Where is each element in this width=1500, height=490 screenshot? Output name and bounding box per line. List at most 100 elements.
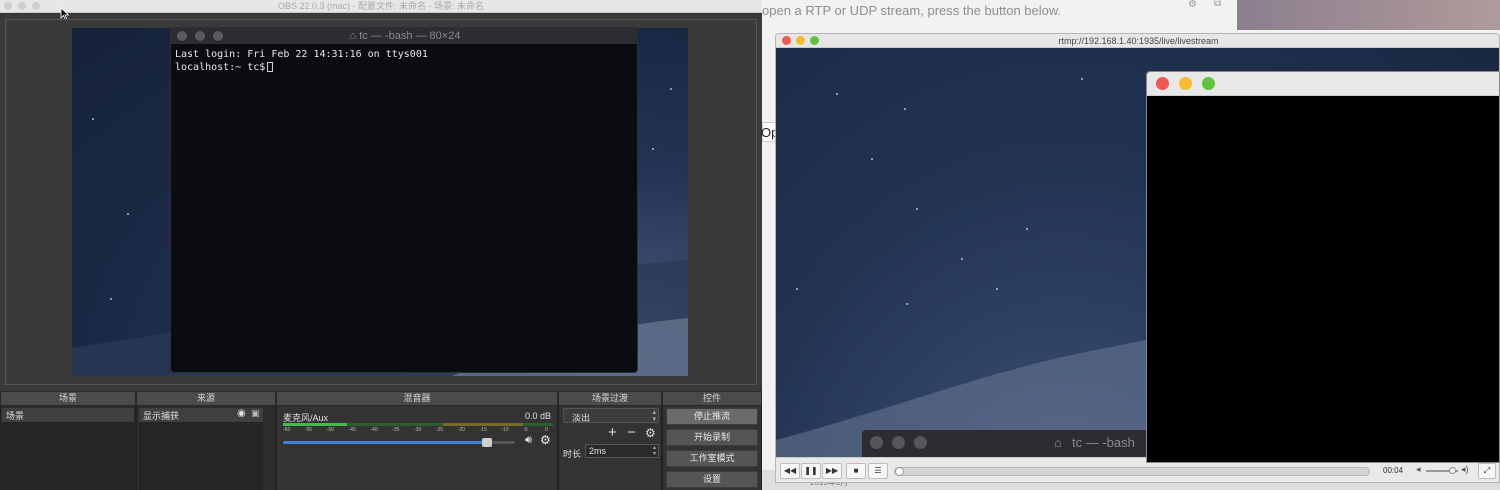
inner-terminal-title: tc — -bash xyxy=(1072,435,1135,450)
star xyxy=(871,158,873,160)
star xyxy=(652,148,654,150)
studio-mode-button[interactable]: 工作室模式 xyxy=(666,450,758,467)
obs-window: OBS 22.0.3 (mac) - 配置文件: 未命名 - 场景: 未命名 ⌂… xyxy=(0,0,762,490)
background-wallpaper-strip xyxy=(1237,0,1500,30)
speaker-icon[interactable]: 🔊︎ xyxy=(525,434,532,447)
scene-item[interactable]: 场景 xyxy=(2,408,134,422)
vlc-window-title: rtmp://192.168.1.40:1935/live/livestream xyxy=(1058,36,1219,46)
meter-tick-label: -60 xyxy=(283,427,291,433)
house-icon: ⌂ xyxy=(349,30,357,42)
sources-empty-area xyxy=(139,422,263,490)
meter-tick-label: -40 xyxy=(370,427,378,433)
start-recording-button[interactable]: 开始录制 xyxy=(666,429,758,446)
chevron-updown-icon: ▴ ▾ xyxy=(652,409,656,423)
close-icon xyxy=(870,436,883,449)
volume-high-icon: ◂) xyxy=(1461,464,1469,474)
meter-tick-label: -45 xyxy=(348,427,356,433)
terminal-line-prompt: localhost:~ tc$ xyxy=(175,61,274,74)
duration-label: 时长 xyxy=(563,449,582,459)
black-video-window[interactable] xyxy=(1146,71,1500,463)
rewind-button[interactable]: ◀◀ xyxy=(780,463,800,479)
meter-tick-label: -5 xyxy=(523,427,528,433)
duration-input[interactable]: 2ms ▴ ▾ xyxy=(585,444,659,458)
star xyxy=(961,258,963,260)
zoom-icon xyxy=(914,436,927,449)
vlc-volume-slider[interactable] xyxy=(1426,467,1458,474)
black-window-titlebar[interactable] xyxy=(1147,72,1499,96)
star xyxy=(1081,78,1083,80)
background-hint-text: open a RTP or UDP stream, press the butt… xyxy=(762,3,1062,18)
vlc-titlebar[interactable]: rtmp://192.168.1.40:1935/live/livestream xyxy=(776,34,1499,48)
playlist-button[interactable]: ☰ xyxy=(868,463,888,479)
volume-meter-yellow xyxy=(443,423,523,426)
star xyxy=(906,303,908,305)
gear-icon: ⚙ xyxy=(1188,0,1197,10)
duration-value: 2ms xyxy=(589,446,607,456)
meter-tick-label: -25 xyxy=(435,427,444,433)
star xyxy=(92,118,94,120)
remove-icon[interactable]: − xyxy=(627,424,636,441)
source-item[interactable]: 显示捕获 ◉ ▣ xyxy=(139,408,263,422)
minimize-icon[interactable] xyxy=(1179,77,1192,90)
vlc-time: 00:04 xyxy=(1383,466,1404,475)
house-icon: ⌂ xyxy=(1054,435,1062,450)
stop-streaming-button[interactable]: 停止推流 xyxy=(666,408,758,425)
obs-window-title: OBS 22.0.3 (mac) - 配置文件: 未命名 - 场景: 未命名 xyxy=(277,1,485,11)
star xyxy=(796,288,798,290)
obs-titlebar[interactable]: OBS 22.0.3 (mac) - 配置文件: 未命名 - 场景: 未命名 xyxy=(0,0,762,21)
mixer-dock-header: 混音器 xyxy=(276,391,558,406)
volume-low-icon: ◂ xyxy=(1416,464,1421,474)
inner-terminal-titlebar: ⌂ tc — -bash xyxy=(862,430,1162,457)
transitions-dock-header: 场景过渡 xyxy=(558,391,662,406)
pause-button[interactable]: ❚❚ xyxy=(801,463,821,479)
vlc-progress-knob[interactable] xyxy=(895,467,904,476)
star xyxy=(904,108,906,110)
scenes-list[interactable]: 场景 xyxy=(0,406,136,490)
vlc-progress-bar[interactable] xyxy=(894,467,1370,476)
star xyxy=(110,298,112,300)
terminal-title: ⌂ tc — -bash — 80×24 xyxy=(171,28,637,44)
mixer-channel-level: 0.0 dB xyxy=(524,411,551,421)
volume-meter-fill xyxy=(283,423,347,426)
add-icon[interactable]: + xyxy=(608,424,617,441)
fullscreen-button[interactable]: ⤢ xyxy=(1478,463,1496,479)
audio-mixer: 麦克风/Aux 0.0 dB -60 -55 -50 -45 -40 -35 -30 -25-… xyxy=(276,406,558,490)
sources-list[interactable]: 显示捕获 ◉ ▣ xyxy=(136,406,276,490)
sources-dock-header: 来源 xyxy=(136,391,276,406)
terminal-prompt: localhost:~ tc$ xyxy=(175,62,266,73)
terminal-titlebar: ⌂ tc — -bash — 80×24 xyxy=(171,28,637,44)
terminal-cursor xyxy=(267,62,274,72)
meter-tick-label: -30 xyxy=(414,427,422,433)
fast-forward-button[interactable]: ▶▶ xyxy=(822,463,842,479)
transition-select[interactable]: 淡出 ▴ ▾ xyxy=(563,408,659,423)
lock-icon[interactable]: ▣ xyxy=(251,408,260,419)
zoom-icon[interactable] xyxy=(1202,77,1215,90)
star xyxy=(127,213,129,215)
eye-icon[interactable]: ◉ xyxy=(237,408,246,419)
meter-tick-label: -55 xyxy=(304,427,313,433)
meter-tick-label: -50 xyxy=(326,427,334,433)
meter-tick-label: -35 xyxy=(392,427,400,433)
volume-slider-knob[interactable] xyxy=(482,438,493,447)
volume-slider[interactable] xyxy=(283,438,515,447)
stepper-icon[interactable]: ▴ ▾ xyxy=(653,445,656,457)
volume-slider-fill xyxy=(283,441,488,444)
scenes-empty-area xyxy=(2,422,134,490)
star xyxy=(916,208,918,210)
controls-dock-header: 控件 xyxy=(662,391,762,406)
captured-terminal-window: ⌂ tc — -bash — 80×24 Last login: Fri Feb… xyxy=(170,27,638,373)
star xyxy=(1026,228,1028,230)
star xyxy=(836,93,838,95)
star xyxy=(670,88,672,90)
scenes-dock-header: 场景 xyxy=(0,391,136,406)
vlc-volume-knob[interactable] xyxy=(1448,467,1456,474)
source-item-label: 显示捕获 xyxy=(143,411,180,421)
settings-button[interactable]: 设置 xyxy=(666,471,758,488)
transition-selected: 淡出 xyxy=(572,413,591,423)
volume-meter xyxy=(283,423,553,426)
close-icon[interactable] xyxy=(1156,77,1169,90)
star xyxy=(996,288,998,290)
gear-icon[interactable]: ⚙ xyxy=(645,426,656,440)
stop-button[interactable]: ■ xyxy=(846,463,866,479)
gear-icon[interactable]: ⚙ xyxy=(540,433,551,447)
